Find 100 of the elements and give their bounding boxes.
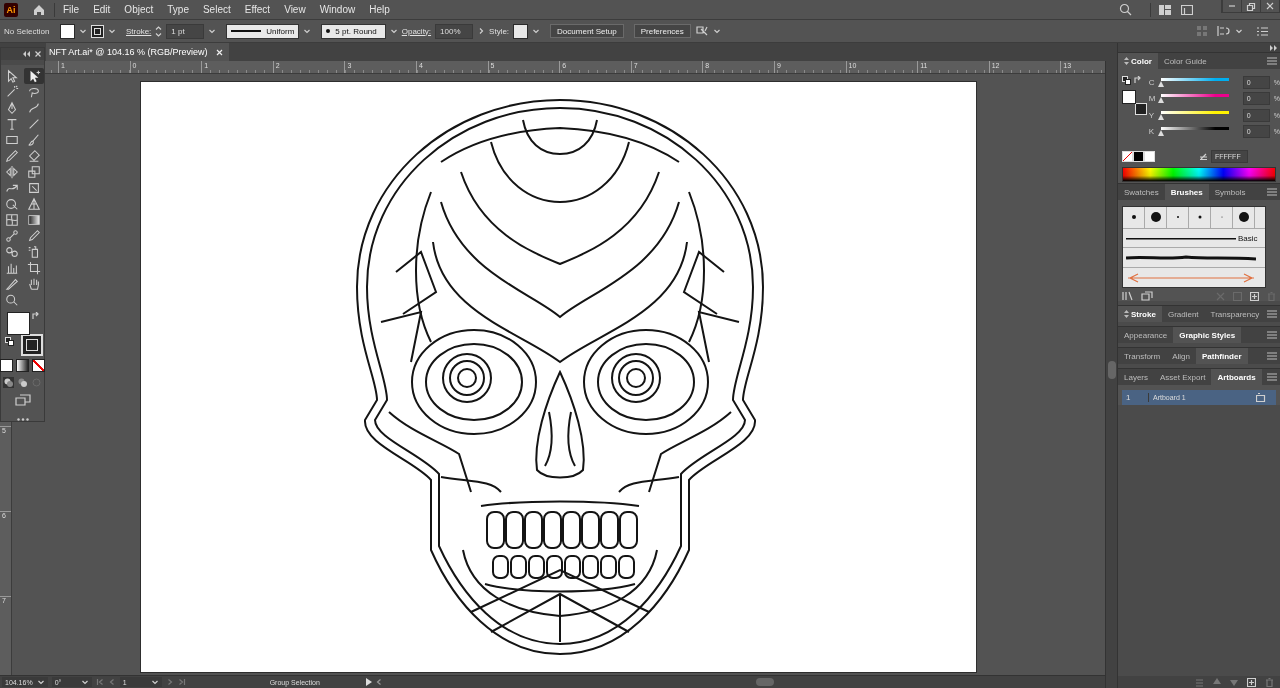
panel-tab[interactable]: Color Guide — [1157, 53, 1213, 69]
menu-item[interactable]: Effect — [244, 4, 271, 15]
panel-layout-icon[interactable] — [1181, 4, 1193, 15]
first-page-icon[interactable] — [95, 678, 104, 686]
brush-library-icon[interactable] — [1122, 291, 1133, 301]
stroke-color-swatch[interactable] — [1135, 103, 1147, 115]
app-logo[interactable]: Ai — [4, 2, 18, 17]
last-page-icon[interactable] — [177, 678, 186, 686]
color-spectrum[interactable] — [1122, 167, 1276, 182]
toolbar-button[interactable]: Document Setup — [550, 24, 624, 38]
menu-item[interactable]: Select — [202, 4, 231, 15]
none-swatch[interactable] — [1122, 151, 1133, 162]
panel-tab[interactable]: Layers — [1118, 369, 1154, 385]
close-icon[interactable] — [35, 50, 41, 57]
menu-item[interactable]: File — [63, 4, 80, 15]
close-icon[interactable] — [1265, 1, 1275, 11]
color-mode-button[interactable] — [0, 359, 13, 372]
panel-tab[interactable]: Brushes — [1164, 184, 1209, 200]
panel-tab[interactable]: Pathfinder — [1195, 348, 1248, 364]
panel-menu-icon[interactable] — [1267, 373, 1277, 381]
panel-menu-icon[interactable] — [1267, 188, 1277, 196]
move-up-icon[interactable] — [1213, 678, 1221, 686]
default-colors-icon[interactable] — [4, 336, 14, 346]
panel-menu-icon[interactable] — [1267, 310, 1277, 318]
spinner-icon[interactable] — [155, 24, 163, 38]
slider-thumb[interactable] — [1157, 97, 1164, 104]
chevron-icon[interactable] — [532, 27, 541, 35]
slider-thumb[interactable] — [1157, 80, 1164, 87]
draw-behind-icon[interactable] — [17, 377, 28, 388]
graphic-style-swatch[interactable] — [513, 23, 529, 39]
chevron-icon[interactable] — [712, 27, 721, 35]
brush-dropdown[interactable]: 5 pt. Round — [321, 23, 386, 39]
stroke-weight-field[interactable]: 1 pt — [166, 23, 205, 39]
vertical-scrollbar[interactable] — [1105, 61, 1117, 688]
stroke-profile-dropdown[interactable]: Uniform — [226, 23, 300, 39]
chevron-icon[interactable] — [303, 27, 312, 35]
list-menu-icon[interactable] — [1257, 26, 1268, 36]
slider-thumb[interactable] — [1157, 130, 1164, 137]
brush-list[interactable]: Basic — [1122, 206, 1266, 288]
chevron-icon[interactable] — [79, 27, 87, 35]
chevron-icon[interactable] — [108, 27, 116, 35]
align-icon[interactable] — [1217, 25, 1231, 37]
basic-brush-stroke-icon[interactable] — [1126, 236, 1236, 240]
panel-menu-icon[interactable] — [1267, 331, 1277, 339]
slider-thumb[interactable] — [1157, 113, 1164, 120]
delete-icon[interactable] — [1265, 677, 1274, 687]
color-swatch[interactable] — [1144, 151, 1155, 162]
panel-tab[interactable]: Artboards — [1211, 369, 1262, 385]
stroke-swatch[interactable] — [91, 24, 104, 38]
screen-mode-icon[interactable] — [14, 394, 31, 406]
swap-colors-icon[interactable] — [1134, 76, 1142, 84]
library-panel-icon[interactable] — [1141, 291, 1153, 301]
fill-swatch[interactable] — [60, 23, 75, 39]
brush-dot-icon[interactable] — [1237, 211, 1250, 224]
panel-tab[interactable]: Graphic Styles — [1173, 327, 1242, 343]
menu-item[interactable]: Type — [167, 4, 189, 15]
transform-icon[interactable] — [694, 25, 709, 37]
panel-tab[interactable]: Asset Export — [1154, 369, 1212, 385]
arrow-right-icon[interactable] — [477, 27, 486, 35]
new-brush-icon[interactable] — [1250, 291, 1259, 301]
panel-tab[interactable]: Color — [1118, 53, 1158, 69]
menu-item[interactable]: Edit — [93, 4, 111, 15]
stroke-label[interactable]: Stroke: — [126, 26, 152, 36]
panel-tab[interactable]: Symbols — [1208, 184, 1252, 200]
more-tools-icon[interactable] — [16, 418, 29, 421]
chevron-icon[interactable] — [150, 678, 159, 686]
chevron-icon[interactable] — [1235, 27, 1243, 35]
chevron-icon[interactable] — [80, 678, 89, 686]
search-icon[interactable] — [1119, 3, 1132, 16]
restore-icon[interactable] — [1246, 1, 1256, 11]
fill-color-swatch[interactable] — [1122, 90, 1136, 104]
color-swatch[interactable] — [1133, 151, 1144, 162]
new-artboard-icon[interactable] — [1247, 677, 1256, 687]
menu-item[interactable]: Window — [319, 4, 356, 15]
toolbar-button[interactable]: Preferences — [633, 24, 691, 38]
collapse-icon[interactable] — [23, 50, 30, 57]
panel-menu-icon[interactable] — [1267, 57, 1277, 65]
gradient-mode-button[interactable] — [16, 359, 29, 372]
draw-normal-icon[interactable] — [3, 377, 14, 388]
fill-color-swatch[interactable] — [6, 311, 30, 335]
charcoal-brush-stroke-icon[interactable] — [1126, 254, 1256, 261]
menu-item[interactable]: Help — [369, 4, 390, 15]
opacity-field[interactable]: 100% — [435, 23, 474, 39]
home-icon[interactable] — [32, 2, 46, 17]
menu-item[interactable]: View — [284, 4, 306, 15]
scroll-left-icon[interactable] — [375, 678, 382, 686]
opacity-label[interactable]: Opacity: — [401, 26, 432, 36]
chevron-icon[interactable] — [389, 27, 398, 35]
document-tab[interactable]: NFT Art.ai* @ 104.16 % (RGB/Preview) — [46, 43, 229, 61]
chevron-icon[interactable] — [36, 678, 45, 686]
play-arrow-icon[interactable] — [365, 678, 372, 686]
panel-tab[interactable]: Stroke — [1118, 306, 1162, 322]
none-mode-button[interactable] — [32, 359, 45, 372]
panel-menu-icon[interactable] — [1267, 352, 1277, 360]
menu-item[interactable]: Object — [124, 4, 154, 15]
panel-tab[interactable]: Swatches — [1118, 184, 1165, 200]
panel-tab[interactable]: Gradient — [1161, 306, 1205, 322]
panel-tab[interactable]: Align — [1166, 348, 1196, 364]
stroke-color-swatch[interactable] — [20, 333, 43, 356]
swap-colors-icon[interactable] — [31, 311, 40, 320]
